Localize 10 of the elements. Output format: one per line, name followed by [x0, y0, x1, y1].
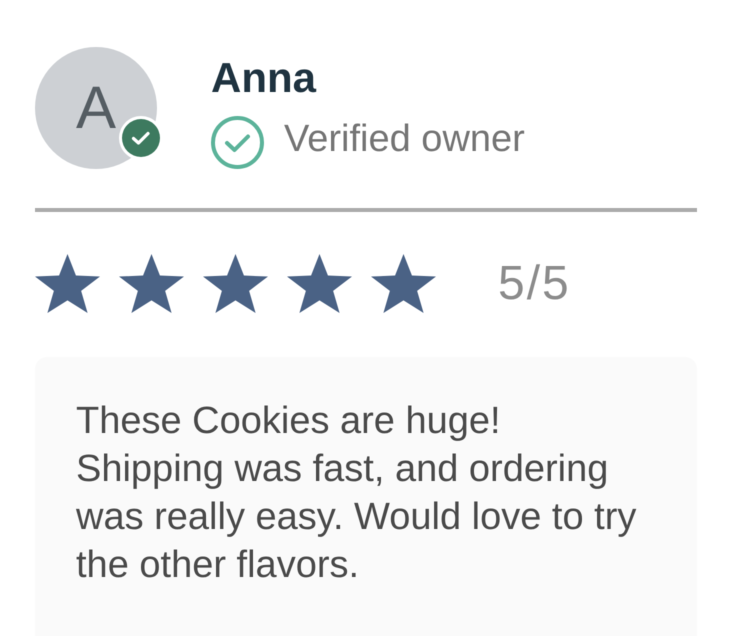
review-text: These Cookies are huge! Shipping was fast, and ordering was really easy. Would love to try the other flavors. — [76, 399, 638, 588]
reviewer-name: Anna — [211, 57, 318, 99]
rating-score: 5/5 — [498, 260, 571, 308]
verified-label: Verified owner — [284, 120, 525, 158]
avatar: A — [35, 47, 157, 169]
star-icon — [119, 254, 184, 313]
star-icon — [287, 254, 352, 313]
star-icon — [35, 254, 100, 313]
star-icon — [203, 254, 268, 313]
star-icon — [371, 254, 436, 313]
